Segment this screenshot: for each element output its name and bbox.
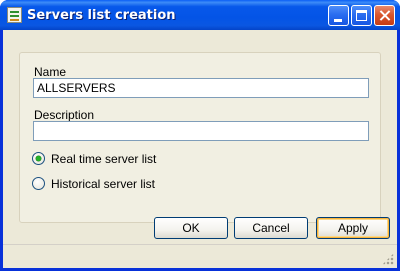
close-button[interactable] <box>374 5 395 26</box>
maximize-button[interactable] <box>351 5 372 26</box>
description-label: Description <box>34 108 95 122</box>
description-input[interactable] <box>33 121 369 141</box>
minimize-icon <box>334 19 342 22</box>
cancel-button[interactable]: Cancel <box>234 217 308 239</box>
maximize-icon <box>356 10 367 21</box>
name-input[interactable] <box>33 78 369 98</box>
form-panel: Name Description Real time server list H… <box>19 52 381 223</box>
minimize-button[interactable] <box>328 5 349 26</box>
status-bar <box>3 244 397 268</box>
radio-real-time-label[interactable]: Real time server list <box>51 151 156 167</box>
resize-grip-icon[interactable] <box>382 253 394 265</box>
title-bar[interactable]: Servers list creation <box>0 0 400 30</box>
dialog-client-area: Name Description Real time server list H… <box>3 30 397 268</box>
radio-historical-label[interactable]: Historical server list <box>51 176 155 192</box>
window-title: Servers list creation <box>27 8 176 23</box>
apply-button[interactable]: Apply <box>316 217 390 239</box>
document-list-icon <box>7 7 22 23</box>
radio-button-unchecked[interactable] <box>32 177 45 190</box>
dialog-window: Servers list creation Name Description R… <box>0 0 400 271</box>
ok-button[interactable]: OK <box>154 217 228 239</box>
radio-button-checked[interactable] <box>32 152 45 165</box>
close-icon <box>375 6 394 25</box>
name-label: Name <box>34 65 67 79</box>
